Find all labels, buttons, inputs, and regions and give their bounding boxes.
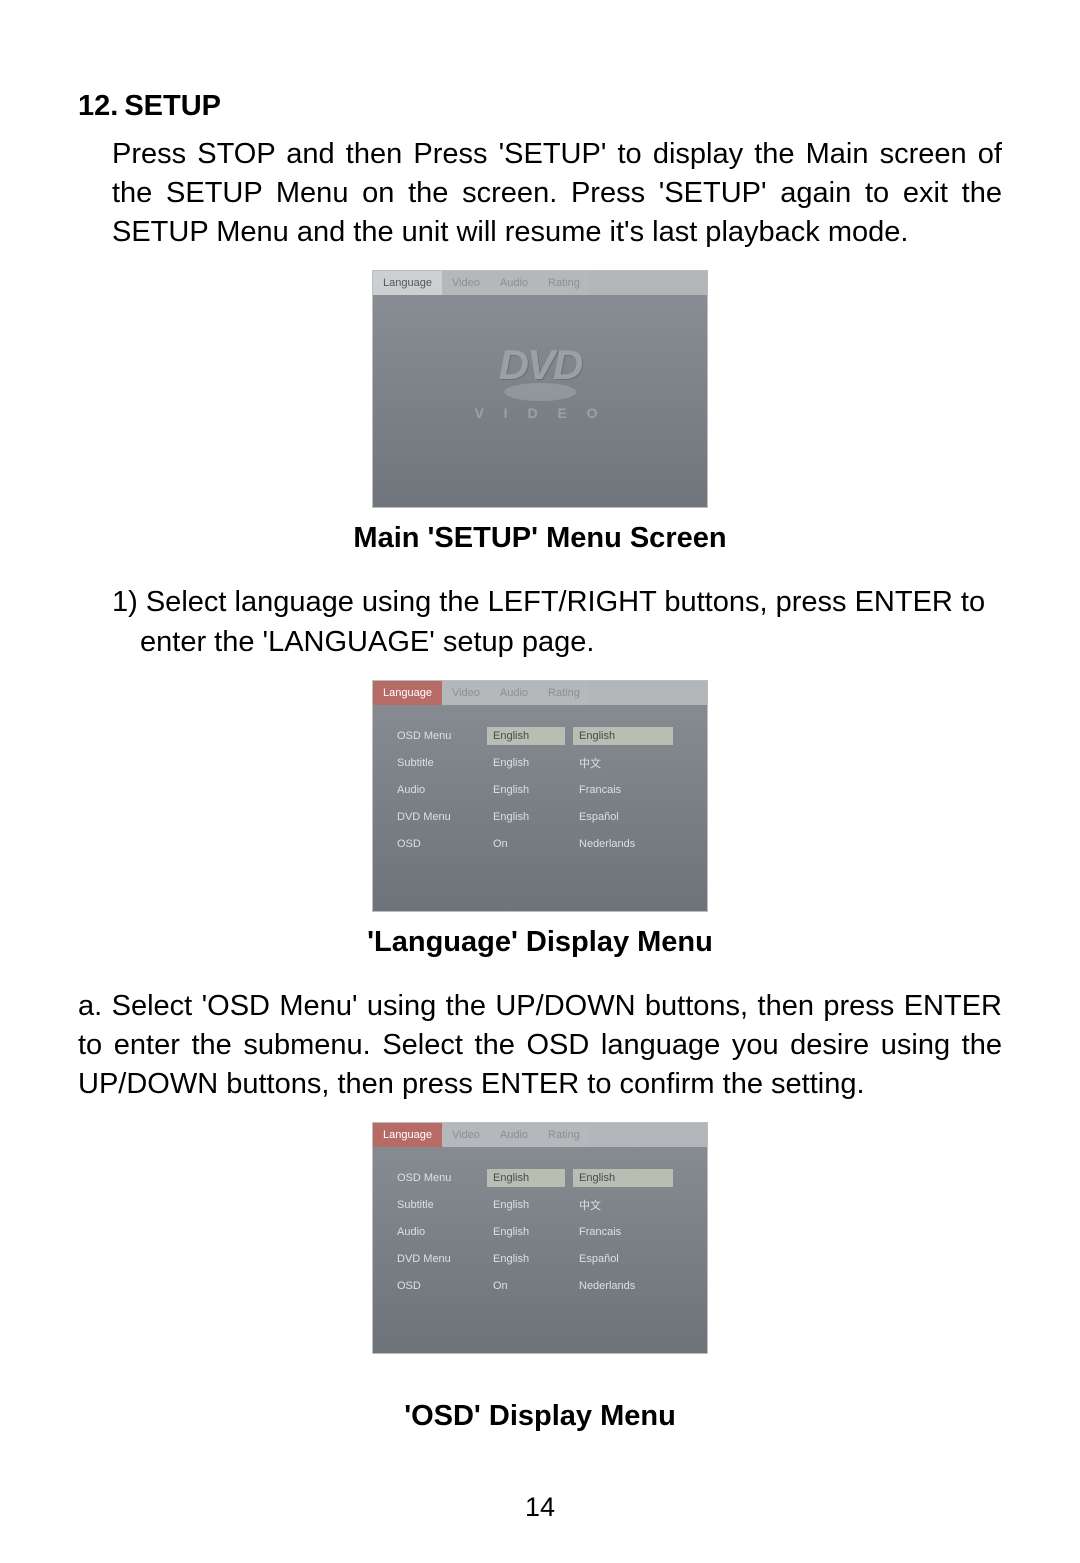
menu-option: 中文 xyxy=(573,1196,673,1214)
menu-labels-col: OSD Menu Subtitle Audio DVD Menu OSD xyxy=(391,727,479,853)
tab-rating: Rating xyxy=(538,1123,590,1147)
page-number: 14 xyxy=(0,1492,1080,1523)
language-menu-table: OSD Menu Subtitle Audio DVD Menu OSD Eng… xyxy=(373,705,707,863)
tab-audio: Audio xyxy=(490,271,538,295)
screenshot-main-setup: Language Video Audio Rating DVD V I D E … xyxy=(372,270,708,508)
paragraph-intro: Press STOP and then Press 'SETUP' to dis… xyxy=(112,135,1002,252)
menu-label: Audio xyxy=(391,1223,479,1241)
menu-values-col: English English English English On xyxy=(487,1169,565,1295)
tab-language: Language xyxy=(373,1123,442,1147)
dvd-logo-subtext: V I D E O xyxy=(474,405,605,421)
menu-value: English xyxy=(487,1250,565,1268)
menu-options-col: English 中文 Francais Español Nederlands xyxy=(573,727,673,853)
menu-option: English xyxy=(573,727,673,745)
menu-value: English xyxy=(487,1169,565,1187)
menu-value: On xyxy=(487,835,565,853)
screenshot-osd-menu: Language Video Audio Rating OSD Menu Sub… xyxy=(372,1122,708,1354)
document-page: 12. SETUP Press STOP and then Press 'SET… xyxy=(0,0,1080,1563)
caption-language-menu: 'Language' Display Menu xyxy=(78,926,1002,959)
paragraph-a: a. Select 'OSD Menu' using the UP/DOWN b… xyxy=(78,987,1002,1104)
menu-value: English xyxy=(487,754,565,772)
section-number: 12. xyxy=(78,90,118,123)
screenshot-language-menu: Language Video Audio Rating OSD Menu Sub… xyxy=(372,680,708,912)
menu-value: On xyxy=(487,1277,565,1295)
tab-rating: Rating xyxy=(538,681,590,705)
menu-label: OSD xyxy=(391,1277,479,1295)
dvd-logo-text: DVD xyxy=(474,341,605,389)
menu-label: Subtitle xyxy=(391,754,479,772)
menu-value: English xyxy=(487,781,565,799)
menu-label: OSD xyxy=(391,835,479,853)
menu-options-col: English 中文 Francais Español Nederlands xyxy=(573,1169,673,1295)
tab-video: Video xyxy=(442,271,490,295)
menu-label: Audio xyxy=(391,781,479,799)
section-title: SETUP xyxy=(124,90,221,123)
section-heading: 12. SETUP xyxy=(78,90,1002,123)
menu-label: OSD Menu xyxy=(391,727,479,745)
tab-language: Language xyxy=(373,271,442,295)
menu-value: English xyxy=(487,1196,565,1214)
menu-option: Español xyxy=(573,808,673,826)
menu-option: 中文 xyxy=(573,754,673,772)
tab-audio: Audio xyxy=(490,1123,538,1147)
dvd-disc-icon xyxy=(504,383,576,401)
menu-label: OSD Menu xyxy=(391,1169,479,1187)
caption-osd-menu: 'OSD' Display Menu xyxy=(78,1400,1002,1433)
tab-video: Video xyxy=(442,681,490,705)
tab-video: Video xyxy=(442,1123,490,1147)
menu-option: Español xyxy=(573,1250,673,1268)
menu-value: English xyxy=(487,808,565,826)
setup-tabs: Language Video Audio Rating xyxy=(373,271,707,295)
setup-tabs: Language Video Audio Rating xyxy=(373,681,707,705)
dvd-logo: DVD V I D E O xyxy=(474,341,605,421)
menu-option: Nederlands xyxy=(573,1277,673,1295)
menu-label: Subtitle xyxy=(391,1196,479,1214)
caption-main-setup: Main 'SETUP' Menu Screen xyxy=(78,522,1002,555)
menu-option: Francais xyxy=(573,781,673,799)
menu-option: English xyxy=(573,1169,673,1187)
menu-label: DVD Menu xyxy=(391,1250,479,1268)
osd-menu-table: OSD Menu Subtitle Audio DVD Menu OSD Eng… xyxy=(373,1147,707,1305)
menu-label: DVD Menu xyxy=(391,808,479,826)
menu-values-col: English English English English On xyxy=(487,727,565,853)
menu-value: English xyxy=(487,727,565,745)
menu-labels-col: OSD Menu Subtitle Audio DVD Menu OSD xyxy=(391,1169,479,1295)
tab-audio: Audio xyxy=(490,681,538,705)
menu-option: Francais xyxy=(573,1223,673,1241)
tab-rating: Rating xyxy=(538,271,590,295)
step-1-text: 1) Select language using the LEFT/RIGHT … xyxy=(78,583,1002,661)
setup-tabs: Language Video Audio Rating xyxy=(373,1123,707,1147)
menu-value: English xyxy=(487,1223,565,1241)
menu-option: Nederlands xyxy=(573,835,673,853)
tab-language: Language xyxy=(373,681,442,705)
